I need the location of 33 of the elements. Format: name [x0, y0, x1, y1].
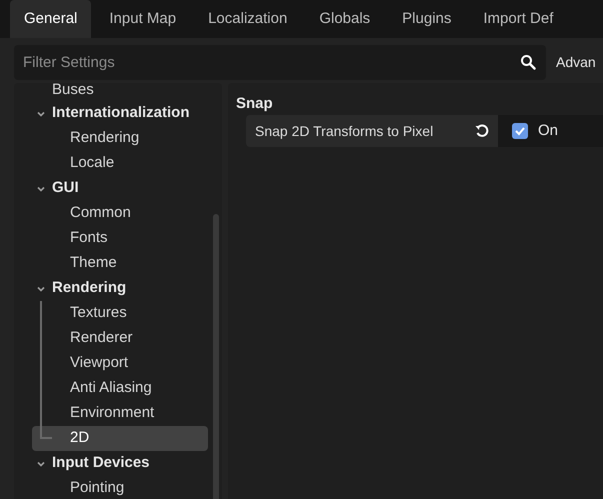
property-label: Snap 2D Transforms to Pixel	[246, 115, 498, 147]
tree-item[interactable]: Locale	[32, 151, 208, 176]
tab[interactable]: Import Def	[469, 0, 568, 38]
tree-item[interactable]: Rendering	[32, 126, 208, 151]
advanced-toggle[interactable]: Advan	[556, 52, 596, 73]
tree-item[interactable]: Pointing	[32, 476, 208, 499]
tree-item[interactable]: Buses	[52, 83, 94, 101]
section-title: Snap	[236, 94, 274, 113]
search-icon[interactable]	[520, 54, 536, 70]
tree-item[interactable]: Fonts	[32, 226, 208, 251]
tree-item[interactable]: Environment	[32, 401, 208, 426]
tree-item[interactable]: Theme	[32, 251, 208, 276]
tree-item[interactable]: Renderer	[32, 326, 208, 351]
check-icon	[514, 125, 526, 137]
checkbox[interactable]	[512, 123, 528, 139]
tab[interactable]: Input Map	[95, 0, 190, 38]
tree-section[interactable]: GUI	[52, 177, 79, 200]
tree-item[interactable]: Viewport	[32, 351, 208, 376]
checkbox-label: On	[538, 120, 558, 141]
filter-field[interactable]: Filter Settings	[14, 45, 546, 80]
tab[interactable]: Plugins	[388, 0, 466, 38]
tree-item[interactable]: Anti Aliasing	[32, 376, 208, 401]
tree-section[interactable]: Input Devices	[52, 452, 150, 475]
scrollbar[interactable]	[213, 214, 219, 499]
tree-item[interactable]: 2D	[32, 426, 208, 451]
tree-item[interactable]: Textures	[32, 301, 208, 326]
tab[interactable]: Localization	[194, 0, 302, 38]
tree-section[interactable]: Internationalization	[52, 102, 190, 125]
tree-item[interactable]: Common	[32, 201, 208, 226]
tab[interactable]: General	[10, 0, 92, 38]
tree-section[interactable]: Rendering	[52, 277, 126, 300]
revert-icon[interactable]	[474, 123, 490, 139]
tab[interactable]: Globals	[305, 0, 384, 38]
